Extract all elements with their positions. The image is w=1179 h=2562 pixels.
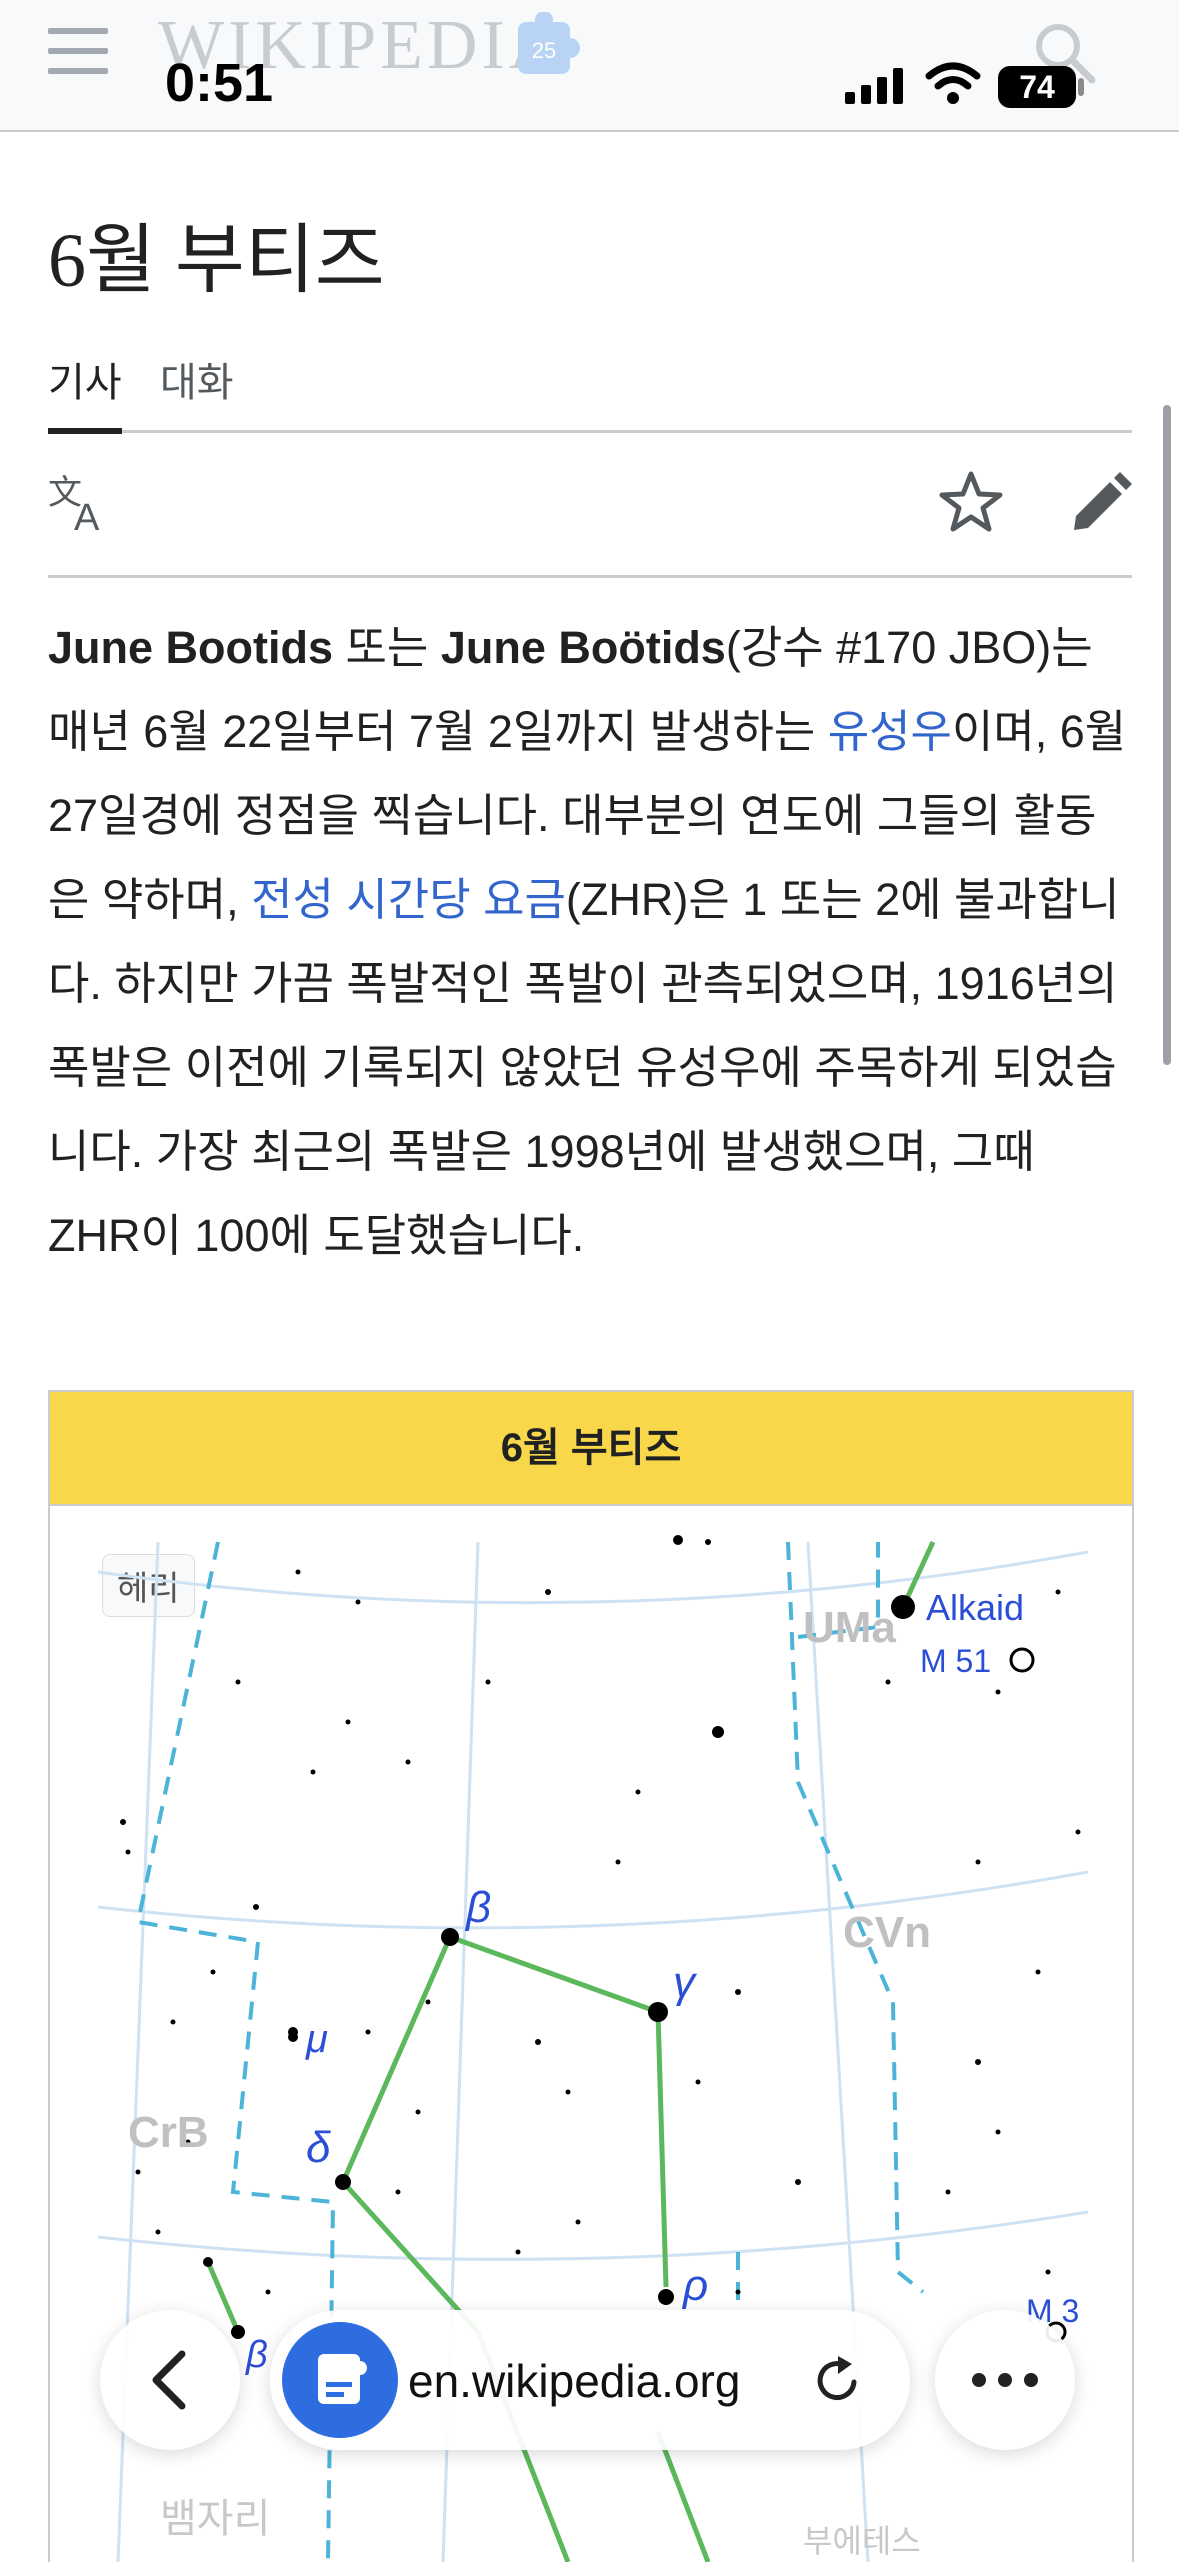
- article-lead-paragraph: June Bootids 또는 June Boötids(강수 #170 JBO…: [48, 606, 1133, 1278]
- puzzle-anniversary-icon: 25: [518, 12, 580, 74]
- label-delta: δ: [306, 2123, 331, 2172]
- menu-icon[interactable]: [48, 28, 108, 78]
- bold-term-june-bootids: June Bootids: [48, 622, 334, 673]
- anniversary-badge-text: 25: [532, 38, 556, 63]
- svg-text:A: A: [74, 497, 100, 536]
- url-text: en.wikipedia.org: [408, 2355, 741, 2407]
- tab-talk[interactable]: 대화: [160, 350, 234, 428]
- battery-cap: [1078, 78, 1084, 96]
- label-crb: CrB: [128, 2108, 209, 2157]
- label-gamma: γ: [673, 1958, 698, 2007]
- link-meteor-shower[interactable]: 유성우: [828, 706, 952, 757]
- address-bar[interactable]: en.wikipedia.org: [270, 2310, 910, 2450]
- label-beta: β: [464, 1883, 491, 1932]
- m51-marker: [1009, 1647, 1035, 1673]
- body-text: (ZHR)은 1 또는 2에 불과합니다. 하지만 가끔 폭발적인 폭발이 관측…: [48, 874, 1120, 1261]
- back-button[interactable]: [100, 2310, 240, 2450]
- bold-term-june-bootids-umlaut: June Boötids: [440, 622, 726, 673]
- label-cvn: CVn: [843, 1908, 931, 1957]
- label-serpens: 뱀자리: [160, 2497, 270, 2541]
- label-bootes: 부에테스: [803, 2523, 921, 2559]
- top-header: WIKIPEDIA 25 0:51 74: [0, 0, 1179, 132]
- label-mu: μ: [305, 2017, 328, 2061]
- reload-icon[interactable]: [810, 2352, 866, 2408]
- star-icon[interactable]: [938, 470, 1004, 536]
- pencil-icon[interactable]: [1066, 470, 1132, 536]
- translate-icon[interactable]: 文 A: [48, 470, 114, 536]
- page-title: 6월 부티즈: [48, 219, 385, 303]
- label-alkaid: Alkaid: [926, 1587, 1024, 1628]
- cellular-signal-icon: [845, 68, 903, 104]
- label-uma: UMa: [803, 1603, 896, 1652]
- chevron-left-icon: [152, 2350, 186, 2410]
- label-m51: M 51: [920, 1643, 991, 1679]
- more-button[interactable]: [935, 2310, 1075, 2450]
- namespace-tabs: 기사 대화: [48, 350, 1132, 434]
- page-actions-toolbar: 文 A: [48, 430, 1132, 578]
- infobox-title: 6월 부티즈: [50, 1392, 1132, 1506]
- link-zhr[interactable]: 전성 시간당 요금: [251, 874, 566, 925]
- wifi-icon: [925, 62, 981, 104]
- status-time: 0:51: [165, 53, 274, 113]
- tab-article[interactable]: 기사: [48, 350, 122, 434]
- ellipsis-icon: [972, 2373, 1038, 2387]
- battery-indicator: 74: [998, 66, 1076, 108]
- body-text: 또는: [333, 622, 441, 673]
- site-settings-icon[interactable]: [282, 2322, 398, 2438]
- label-rho: ρ: [681, 2261, 708, 2310]
- label-beta-serpens: β: [245, 2334, 268, 2376]
- scrollbar-thumb[interactable]: [1163, 405, 1171, 1065]
